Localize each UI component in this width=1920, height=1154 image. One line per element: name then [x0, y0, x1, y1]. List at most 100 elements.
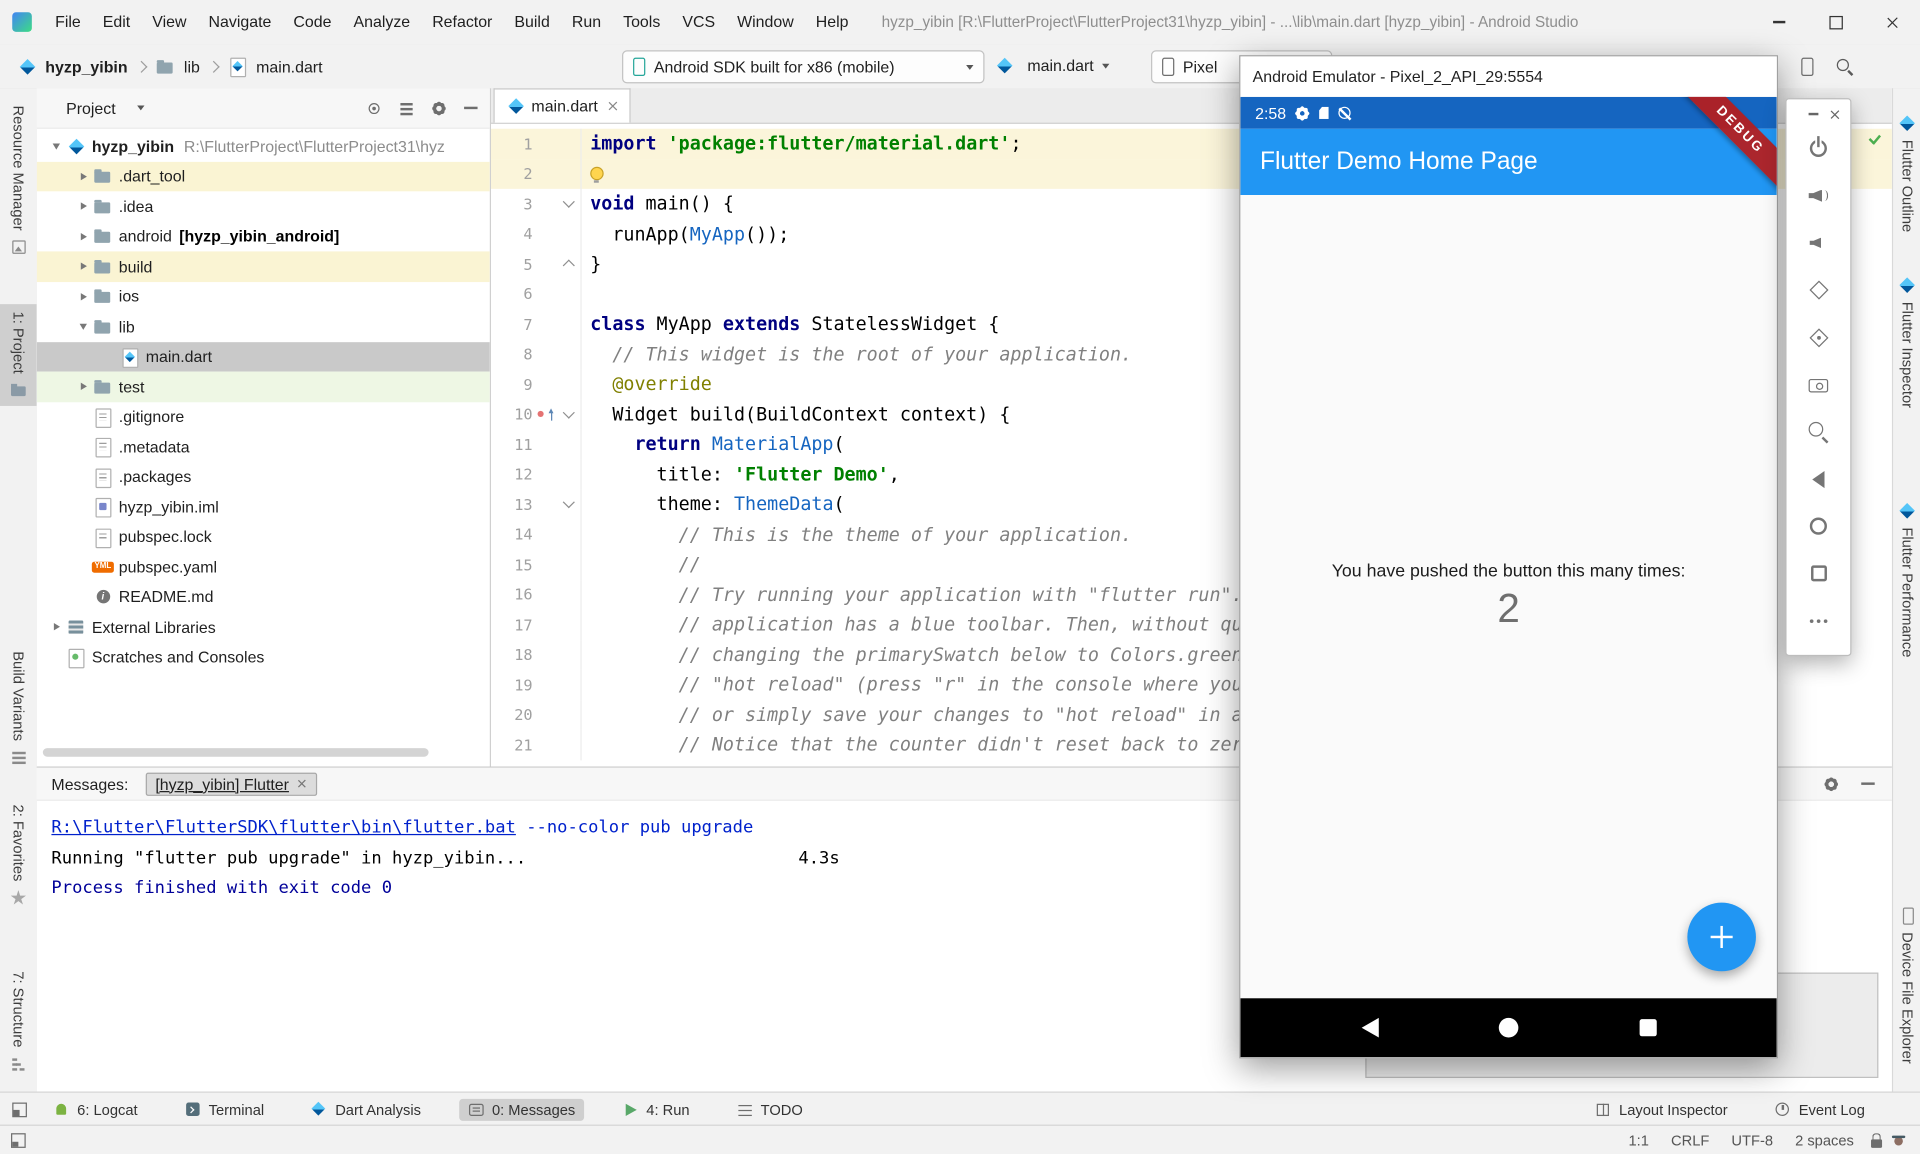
left-strip-tab-7-structure[interactable]: 7: Structure [0, 964, 37, 1079]
tool-window-switcher-icon[interactable] [12, 1102, 27, 1117]
tree-item-readme-md[interactable]: iREADME.md [37, 582, 490, 612]
toolwindow-button-layout-inspector[interactable]: Layout Inspector [1586, 1098, 1736, 1120]
breadcrumb-hyzp-yibin[interactable]: hyzp_yibin [17, 56, 127, 76]
code-text[interactable]: class MyApp extends StatelessWidget { [582, 313, 1000, 335]
close-tab-icon[interactable] [608, 101, 619, 112]
device-selector-dropdown[interactable]: Android SDK built for x86 (mobile) [622, 50, 984, 83]
left-strip-tab-2-favorites[interactable]: 2: Favorites [0, 797, 37, 913]
code-text[interactable] [582, 167, 610, 180]
code-text[interactable]: runApp(MyApp()); [582, 223, 790, 245]
code-text[interactable]: // This widget is the root of your appli… [582, 343, 1132, 365]
menu-help[interactable]: Help [805, 12, 860, 30]
intention-bulb-icon[interactable] [590, 167, 603, 180]
close-tab-icon[interactable] [298, 779, 308, 789]
code-text[interactable]: } [582, 253, 602, 275]
tree-item-ios[interactable]: ios [37, 281, 490, 311]
expand-arrow-icon[interactable] [73, 317, 93, 337]
menu-window[interactable]: Window [726, 12, 805, 30]
horizontal-scrollbar[interactable] [43, 748, 429, 757]
editor-tab-main-dart[interactable]: main.dart [493, 88, 630, 122]
toolwindow-button-terminal[interactable]: Terminal [176, 1098, 273, 1120]
attach-debugger-icon[interactable] [1801, 57, 1813, 75]
code-text[interactable]: void main() { [582, 193, 734, 215]
code-text[interactable]: // [582, 553, 701, 575]
emulator-camera-button[interactable] [1801, 372, 1835, 397]
emulator-screen[interactable]: 2:58 Flutter Demo Home Page DEBUG You ha… [1240, 97, 1776, 1057]
messages-tab-flutter[interactable]: [hyzp_yibin] Flutter [146, 772, 318, 795]
increment-fab-button[interactable] [1687, 903, 1756, 972]
gear-icon[interactable] [431, 100, 447, 116]
fold-marker-icon[interactable] [563, 406, 575, 418]
fold-marker-icon[interactable] [563, 496, 575, 508]
back-button[interactable] [1361, 1018, 1378, 1038]
fold-marker-icon[interactable] [563, 260, 575, 272]
locate-file-icon[interactable] [366, 100, 382, 116]
code-text[interactable]: return MaterialApp( [582, 433, 845, 455]
toolwindow-button-dart-analysis[interactable]: Dart Analysis [302, 1098, 429, 1120]
code-text[interactable]: @override [582, 373, 712, 395]
status-2-spaces[interactable]: 2 spaces [1795, 1132, 1854, 1149]
search-everywhere-icon[interactable] [1836, 57, 1854, 75]
emulator-overview-button[interactable] [1801, 561, 1835, 586]
emulator-zoom-button[interactable] [1801, 419, 1835, 444]
hide-panel-icon[interactable] [1861, 782, 1874, 784]
emulator-volume-up-button[interactable] [1801, 183, 1835, 208]
project-view-title[interactable]: Project [66, 99, 116, 117]
menu-analyze[interactable]: Analyze [342, 12, 421, 30]
gear-icon[interactable] [1823, 776, 1839, 792]
tree-item-scratches-and-consoles[interactable]: Scratches and Consoles [37, 642, 490, 672]
close-icon[interactable] [1829, 109, 1840, 120]
tree-item-android[interactable]: android[hyzp_yibin_android] [37, 221, 490, 251]
console-link[interactable]: R:\Flutter\FlutterSDK\flutter\bin\flutte… [51, 818, 515, 838]
expand-arrow-icon[interactable] [73, 377, 93, 397]
right-strip-tab-device-file-explor-er[interactable]: Device File Explor­er [1893, 900, 1920, 1071]
tree-item-packages[interactable]: .packages [37, 462, 490, 492]
right-strip-tab-flutter-performance[interactable]: Flutter Performance [1893, 495, 1920, 664]
tree-item-lib[interactable]: lib [37, 312, 490, 342]
menu-file[interactable]: File [44, 12, 92, 30]
breadcrumb-lib[interactable]: lib [156, 56, 200, 76]
menu-build[interactable]: Build [503, 12, 560, 30]
expand-arrow-icon[interactable] [73, 227, 93, 247]
toolwindow-button-todo[interactable]: TODO [728, 1098, 812, 1120]
expand-arrow-icon[interactable] [73, 166, 93, 186]
minimize-icon[interactable] [1809, 113, 1819, 115]
minimize-button[interactable] [1751, 1, 1807, 44]
lock-icon[interactable] [1871, 1139, 1882, 1148]
menu-view[interactable]: View [141, 12, 197, 30]
toolwindow-button-6-logcat[interactable]: 6: Logcat [44, 1098, 146, 1120]
code-text[interactable]: Widget build(BuildContext context) { [582, 403, 1011, 425]
right-strip-tab-flutter-outline[interactable]: Flutter Outline [1893, 108, 1920, 240]
code-text[interactable]: // This is the theme of your application… [582, 523, 1132, 545]
breadcrumb-main-dart[interactable]: main.dart [228, 56, 323, 76]
run-configuration-dropdown[interactable]: main.dart [987, 50, 1117, 81]
tree-item-dart-tool[interactable]: .dart_tool [37, 161, 490, 191]
maximize-button[interactable] [1807, 1, 1863, 44]
menu-edit[interactable]: Edit [92, 12, 141, 30]
tree-item-hyzp-yibin-iml[interactable]: hyzp_yibin.iml [37, 492, 490, 522]
right-strip-tab-flutter-inspector[interactable]: Flutter Inspector [1893, 270, 1920, 416]
emulator-volume-down-button[interactable] [1801, 231, 1835, 256]
tree-item-test[interactable]: test [37, 372, 490, 402]
tree-item-hyzp-yibin[interactable]: hyzp_yibinR:\FlutterProject\FlutterProje… [37, 131, 490, 161]
overview-button[interactable] [1639, 1019, 1656, 1036]
tree-item-external-libraries[interactable]: External Libraries [37, 612, 490, 642]
status-crlf[interactable]: CRLF [1671, 1132, 1709, 1149]
menu-tools[interactable]: Tools [612, 12, 671, 30]
menu-code[interactable]: Code [282, 12, 342, 30]
toolwindow-button-event-log[interactable]: Event Log [1766, 1098, 1874, 1120]
emulator-rotate-right-button[interactable] [1801, 325, 1835, 350]
menu-navigate[interactable]: Navigate [198, 12, 283, 30]
expand-arrow-icon[interactable] [73, 257, 93, 277]
code-text[interactable]: import 'package:flutter/material.dart'; [582, 133, 1022, 155]
emulator-title-bar[interactable]: Android Emulator - Pixel_2_API_29:5554 [1240, 56, 1776, 98]
expand-arrow-icon[interactable] [73, 287, 93, 307]
left-strip-tab-resource-manager[interactable]: Resource Manager [0, 98, 37, 262]
collapse-all-icon[interactable] [399, 101, 414, 116]
override-icon[interactable] [547, 408, 557, 420]
menu-run[interactable]: Run [561, 12, 612, 30]
emulator-rotate-left-button[interactable] [1801, 278, 1835, 303]
menu-vcs[interactable]: VCS [671, 12, 726, 30]
home-button[interactable] [1499, 1018, 1519, 1038]
toolwindow-button-0-messages[interactable]: 0: Messages [459, 1098, 584, 1120]
